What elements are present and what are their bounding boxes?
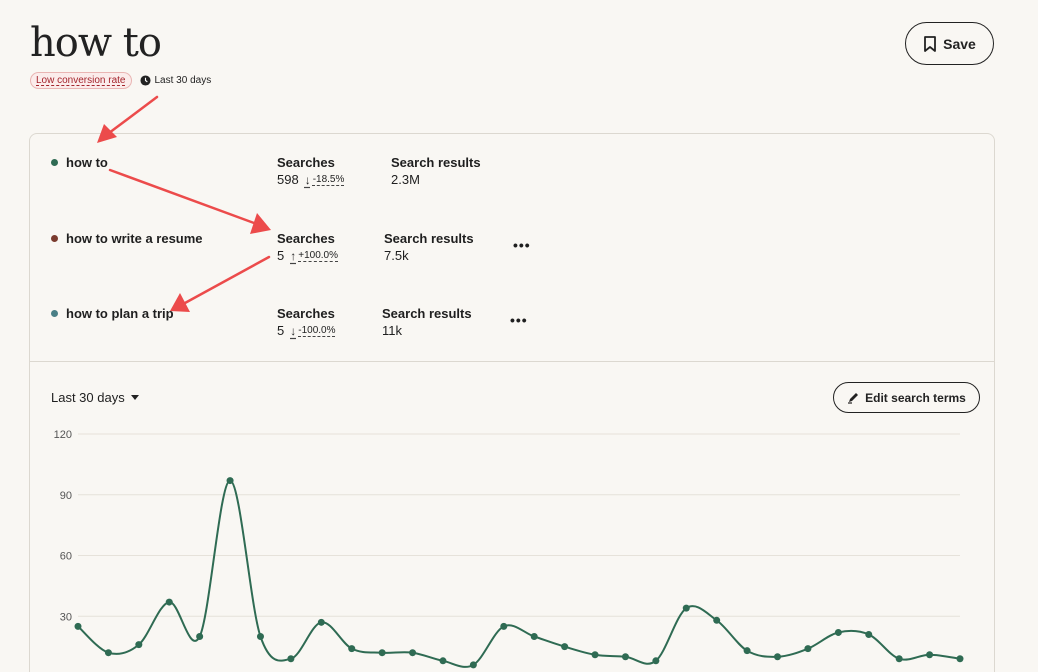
- save-label: Save: [943, 35, 976, 52]
- y-tick-label: 30: [60, 611, 72, 623]
- data-point[interactable]: [682, 604, 690, 612]
- data-point[interactable]: [591, 651, 599, 659]
- page-title: how to: [30, 20, 162, 66]
- data-point[interactable]: [865, 630, 873, 638]
- data-point[interactable]: [439, 657, 447, 665]
- low-conversion-badge[interactable]: Low conversion rate: [30, 72, 132, 89]
- y-tick-label: 60: [60, 551, 72, 563]
- series-line: [77, 479, 961, 668]
- data-point[interactable]: [530, 633, 538, 640]
- save-button[interactable]: Save: [905, 22, 994, 65]
- data-point[interactable]: [652, 657, 660, 665]
- annotation-arrow: [107, 95, 159, 135]
- search-terms-panel: how to Searches 598 ↓ -18.5% Search resu…: [29, 133, 995, 672]
- period-label: Last 30 days: [154, 75, 212, 86]
- data-point[interactable]: [196, 633, 204, 640]
- data-point[interactable]: [135, 641, 143, 649]
- data-point[interactable]: [256, 633, 264, 640]
- data-point[interactable]: [713, 616, 721, 624]
- data-point[interactable]: [926, 651, 934, 659]
- data-point[interactable]: [895, 655, 903, 663]
- clock-icon: [139, 75, 151, 86]
- y-tick-label: 90: [60, 490, 72, 502]
- data-point[interactable]: [104, 649, 112, 657]
- search-trend-chart: 120 90 60 30: [54, 429, 964, 669]
- data-point[interactable]: [956, 655, 964, 663]
- data-point[interactable]: [743, 647, 751, 655]
- data-point[interactable]: [287, 655, 295, 663]
- data-point[interactable]: [165, 598, 173, 606]
- data-point[interactable]: [378, 649, 386, 657]
- y-tick-label: 120: [54, 429, 72, 441]
- data-point[interactable]: [317, 618, 325, 626]
- data-point[interactable]: [226, 477, 234, 485]
- data-point[interactable]: [469, 661, 477, 669]
- data-point[interactable]: [561, 643, 569, 651]
- data-point[interactable]: [804, 645, 812, 653]
- title-meta: Low conversion rate Last 30 days: [30, 72, 211, 89]
- data-point[interactable]: [621, 653, 629, 661]
- period-indicator: Last 30 days: [139, 75, 212, 86]
- data-point[interactable]: [409, 649, 417, 657]
- data-point[interactable]: [774, 653, 782, 661]
- data-point[interactable]: [348, 645, 356, 653]
- bookmark-icon: [924, 35, 937, 52]
- data-point[interactable]: [500, 622, 508, 630]
- data-point[interactable]: [834, 628, 842, 636]
- data-point[interactable]: [74, 622, 82, 630]
